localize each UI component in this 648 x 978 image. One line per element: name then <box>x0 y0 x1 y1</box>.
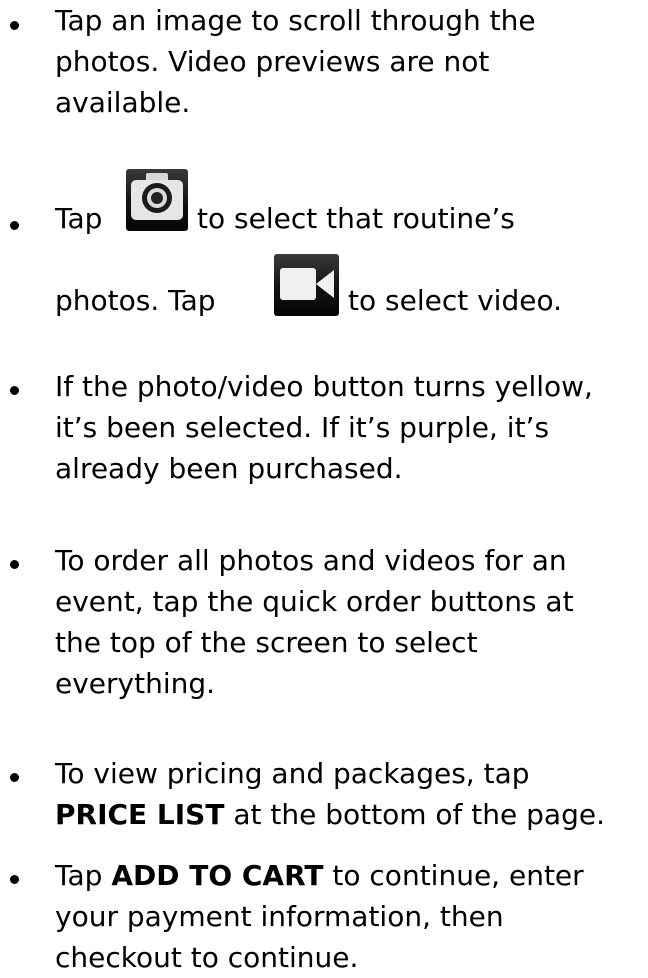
text-line: already been purchased. <box>55 452 403 485</box>
instruction-text: Tap an image to scroll through the photo… <box>55 0 645 123</box>
text-segment: at the bottom of the page. <box>233 798 605 831</box>
bullet-dot <box>10 21 19 30</box>
text-line: it’s been selected. If it’s purple, it’s <box>55 411 550 444</box>
instruction-text: to select video. <box>348 280 648 321</box>
instruction-text: If the photo/video button turns yellow, … <box>55 366 645 489</box>
camera-icon <box>126 169 188 231</box>
bullet-dot <box>10 875 19 884</box>
text-line: your payment information, then <box>55 900 504 933</box>
instruction-text: To view pricing and packages, tap PRICE … <box>55 753 645 835</box>
text-segment: to select that routine’s <box>197 202 515 235</box>
instruction-text: To order all photos and videos for an ev… <box>55 540 645 704</box>
text-line: event, tap the quick order buttons at <box>55 585 574 618</box>
text-line: checkout to continue. <box>55 941 359 974</box>
text-segment: Tap <box>55 859 103 892</box>
text-line: everything. <box>55 667 216 700</box>
bullet-dot <box>10 386 19 395</box>
text-line: If the photo/video button turns yellow, <box>55 370 593 403</box>
text-line: available. <box>55 86 191 119</box>
text-segment: to continue, enter <box>332 859 584 892</box>
bullet-dot <box>10 773 19 782</box>
text-segment: Tap <box>55 202 103 235</box>
text-line: the top of the screen to select <box>55 626 478 659</box>
instruction-text: to select that routine’s <box>197 198 648 239</box>
text-line: To view pricing and packages, tap <box>55 757 530 790</box>
instruction-text: Tap ADD TO CART to continue, enter your … <box>55 855 645 978</box>
bullet-dot <box>10 560 19 569</box>
text-line: Tap an image to scroll through the <box>55 4 536 37</box>
price-list-label: PRICE LIST <box>55 798 225 831</box>
text-line: photos. Video previews are not <box>55 45 490 78</box>
add-to-cart-label: ADD TO CART <box>111 859 324 892</box>
text-segment: to select video. <box>348 284 562 317</box>
bullet-dot <box>10 221 19 230</box>
text-segment: photos. Tap <box>55 284 216 317</box>
video-camera-icon <box>274 254 339 316</box>
text-line: To order all photos and videos for an <box>55 544 567 577</box>
instruction-list: Tap an image to scroll through the photo… <box>0 0 648 975</box>
